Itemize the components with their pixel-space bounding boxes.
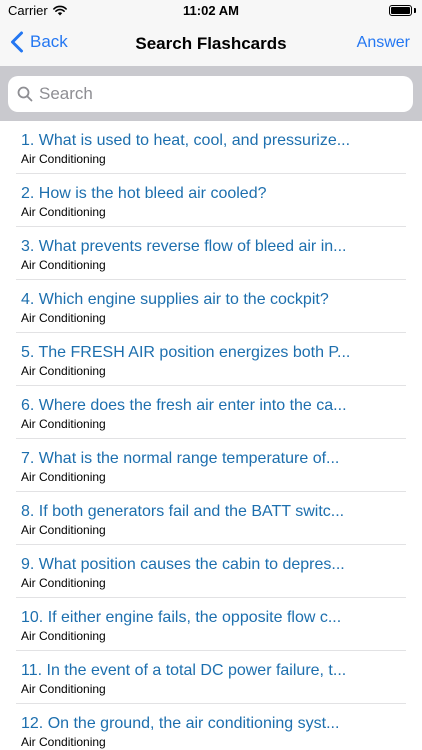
- flashcard-question: 2. How is the hot bleed air cooled?: [21, 185, 267, 202]
- flashcard-question: 1. What is used to heat, cool, and press…: [21, 132, 351, 149]
- navigation-bar: Back Search Flashcards Answer: [0, 22, 422, 66]
- screen: Carrier 11:02 AM Back Search Flashcards …: [0, 0, 422, 750]
- answer-button[interactable]: Answer: [357, 34, 410, 52]
- flashcard-question: 7. What is the normal range temperature …: [21, 450, 340, 467]
- flashcard-question: 8. If both generators fail and the BATT …: [21, 503, 345, 520]
- flashcard-row[interactable]: 11. In the event of a total DC power fai…: [0, 651, 422, 704]
- search-bar-container: [0, 66, 422, 121]
- battery-fill: [391, 7, 410, 14]
- flashcard-category: Air Conditioning: [21, 682, 106, 696]
- flashcard-row[interactable]: 3. What prevents reverse flow of bleed a…: [0, 227, 422, 280]
- flashcard-question: 5. The FRESH AIR position energizes both…: [21, 344, 351, 361]
- flashcard-category: Air Conditioning: [21, 735, 106, 749]
- flashcard-question: 11. In the event of a total DC power fai…: [21, 662, 347, 679]
- flashcard-row[interactable]: 8. If both generators fail and the BATT …: [0, 492, 422, 545]
- flashcard-row[interactable]: 4. Which engine supplies air to the cock…: [0, 280, 422, 333]
- flashcard-category: Air Conditioning: [21, 576, 106, 590]
- flashcard-row[interactable]: 5. The FRESH AIR position energizes both…: [0, 333, 422, 386]
- status-bar: Carrier 11:02 AM: [0, 0, 422, 22]
- flashcard-row[interactable]: 9. What position causes the cabin to dep…: [0, 545, 422, 598]
- flashcard-category: Air Conditioning: [21, 629, 106, 643]
- flashcard-question: 12. On the ground, the air conditioning …: [21, 715, 340, 732]
- flashcard-category: Air Conditioning: [21, 470, 106, 484]
- flashcard-category: Air Conditioning: [21, 258, 106, 272]
- flashcard-list: 1. What is used to heat, cool, and press…: [0, 121, 422, 750]
- flashcard-row[interactable]: 1. What is used to heat, cool, and press…: [0, 121, 422, 174]
- flashcard-row[interactable]: 10. If either engine fails, the opposite…: [0, 598, 422, 651]
- flashcard-question: 6. Where does the fresh air enter into t…: [21, 397, 347, 414]
- battery-icon: [389, 5, 412, 16]
- flashcard-question: 10. If either engine fails, the opposite…: [21, 609, 342, 626]
- flashcard-category: Air Conditioning: [21, 311, 106, 325]
- flashcard-category: Air Conditioning: [21, 523, 106, 537]
- flashcard-category: Air Conditioning: [21, 152, 106, 166]
- flashcard-question: 9. What position causes the cabin to dep…: [21, 556, 345, 573]
- battery-cap: [414, 8, 416, 13]
- search-box[interactable]: [8, 76, 413, 112]
- search-input[interactable]: [39, 84, 399, 104]
- flashcard-row[interactable]: 2. How is the hot bleed air cooled? Air C…: [0, 174, 422, 227]
- flashcard-category: Air Conditioning: [21, 205, 106, 219]
- flashcard-question: 3. What prevents reverse flow of bleed a…: [21, 238, 347, 255]
- flashcard-category: Air Conditioning: [21, 364, 106, 378]
- search-icon: [17, 86, 33, 102]
- status-time: 11:02 AM: [183, 3, 239, 18]
- flashcard-question: 4. Which engine supplies air to the cock…: [21, 291, 329, 308]
- flashcard-row[interactable]: 12. On the ground, the air conditioning …: [0, 704, 422, 750]
- flashcard-category: Air Conditioning: [21, 417, 106, 431]
- flashcard-row[interactable]: 7. What is the normal range temperature …: [0, 439, 422, 492]
- flashcard-row[interactable]: 6. Where does the fresh air enter into t…: [0, 386, 422, 439]
